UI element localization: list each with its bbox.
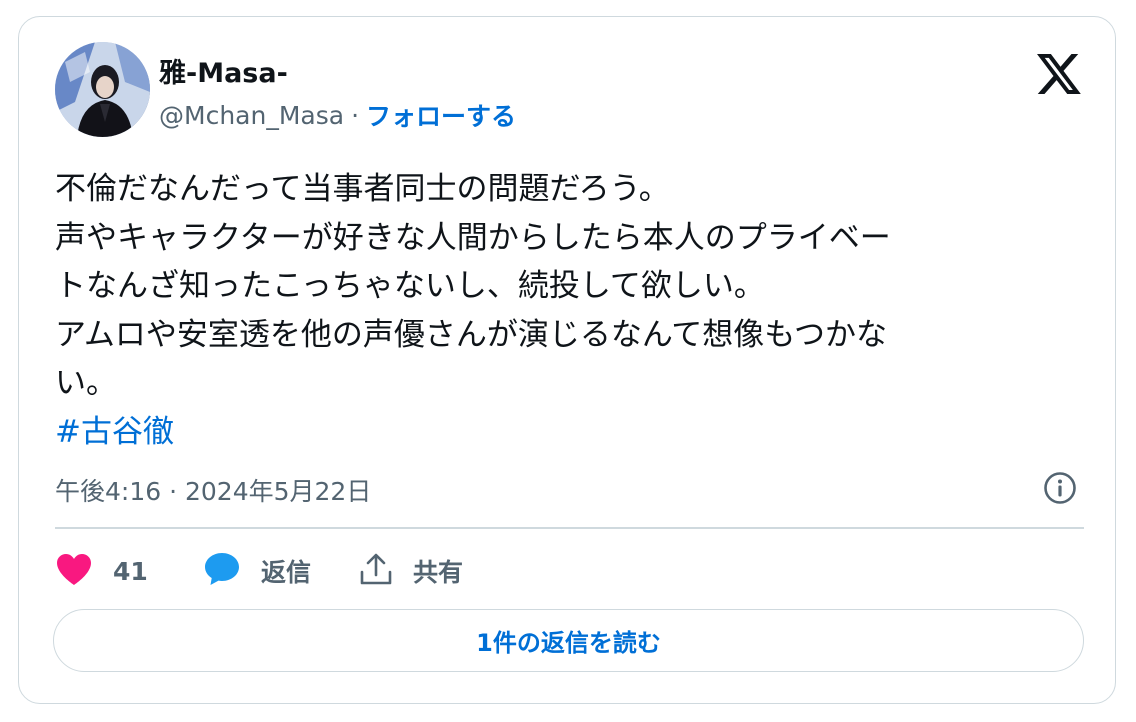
reply-button[interactable]: 返信	[203, 549, 311, 593]
tweet-timestamp[interactable]: 午後4:16 · 2024年5月22日	[55, 472, 371, 508]
tweet-line: トなんざ知ったこっちゃないし、続投して欲しい。	[55, 268, 765, 304]
share-upload-icon	[359, 551, 393, 591]
user-handle[interactable]: @Mchan_Masa	[159, 101, 344, 130]
tweet-line: い。	[55, 365, 117, 401]
read-replies-button[interactable]: 1件の返信を読む	[53, 609, 1084, 672]
x-logo-icon[interactable]	[1035, 51, 1083, 97]
follow-button[interactable]: フォローする	[366, 97, 516, 133]
speech-bubble-icon	[203, 550, 241, 592]
like-button[interactable]: 41	[55, 549, 148, 593]
share-label: 共有	[413, 558, 464, 587]
share-button[interactable]: 共有	[359, 549, 463, 593]
display-name[interactable]: 雅-Masa-	[159, 51, 288, 90]
like-count: 41	[113, 556, 148, 586]
tweet-line: アムロや安室透を他の声優さんが演じるなんて想像もつかな	[55, 316, 888, 353]
handle-row: @Mchan_Masa · フォローする	[159, 97, 516, 133]
hashtag-link[interactable]: #古谷徹	[55, 408, 174, 457]
separator-dot: ·	[351, 100, 360, 130]
heart-icon	[55, 552, 93, 590]
info-icon[interactable]	[1042, 470, 1078, 506]
avatar-image	[55, 42, 150, 137]
tweet-text: 不倫だなんだって当事者同士の問題だろう。 声やキャラクターが好きな人間からしたら…	[55, 165, 1075, 456]
divider	[55, 527, 1084, 529]
tweet-line: 不倫だなんだって当事者同士の問題だろう。	[55, 171, 670, 207]
avatar[interactable]	[55, 42, 150, 137]
reply-label: 返信	[261, 558, 312, 587]
tweet-card: 雅-Masa- @Mchan_Masa · フォローする 不倫だなんだって当事者…	[18, 16, 1116, 704]
tweet-line: 声やキャラクターが好きな人間からしたら本人のプライベー	[55, 219, 891, 256]
